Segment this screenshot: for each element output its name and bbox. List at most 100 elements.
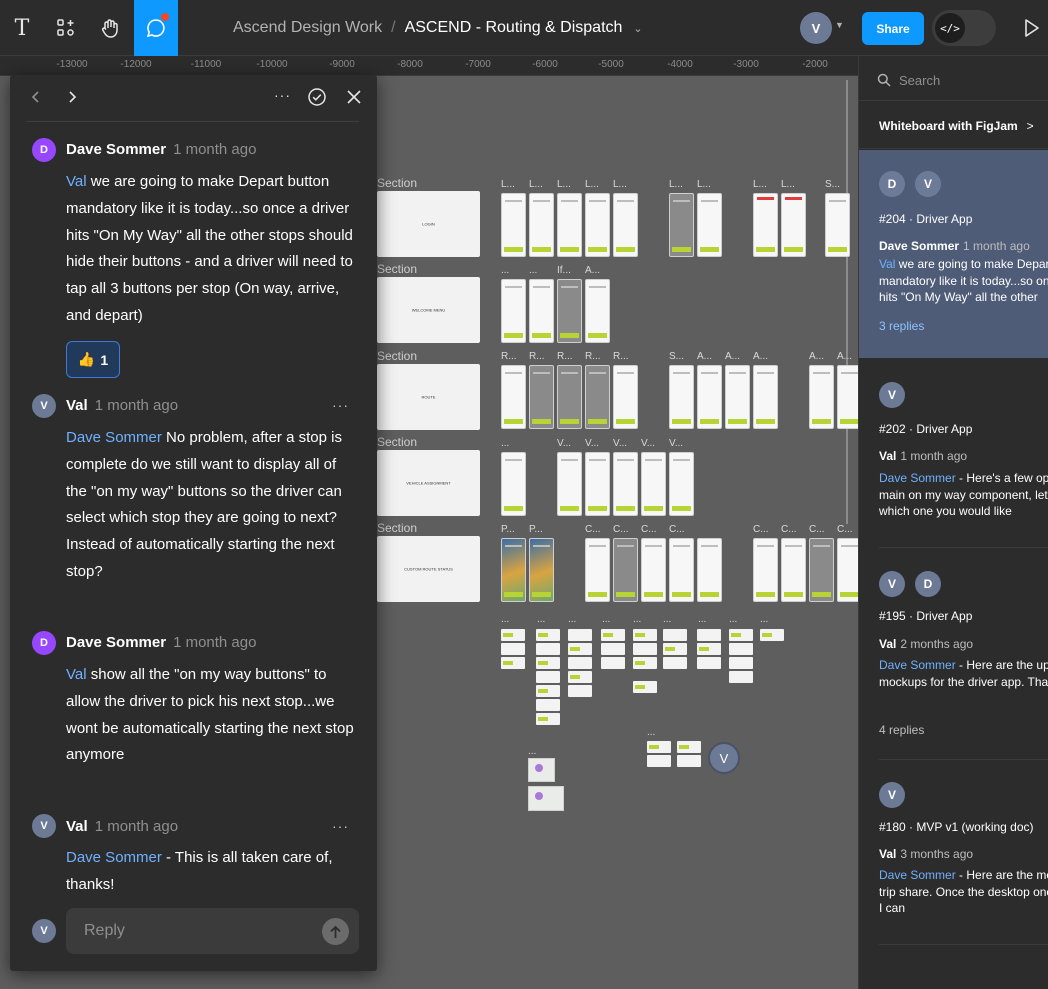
component-thumbnail[interactable]	[633, 681, 657, 693]
section-welcome-menu[interactable]: WELCOME MENU	[377, 277, 480, 343]
frame-thumbnail[interactable]	[669, 452, 694, 516]
component-thumbnail[interactable]	[536, 685, 560, 697]
section-custom-route-status[interactable]: CUSTOM ROUTE STATUS	[377, 536, 480, 602]
section-route[interactable]: ROUTE	[377, 364, 480, 430]
frame-thumbnail[interactable]	[501, 279, 526, 343]
component-thumbnail[interactable]	[729, 629, 753, 641]
frame-thumbnail[interactable]	[781, 193, 806, 257]
component-thumbnail[interactable]	[677, 741, 701, 753]
map-thumbnail[interactable]	[528, 758, 555, 782]
component-thumbnail[interactable]	[568, 643, 592, 655]
section-label[interactable]: Section	[377, 521, 417, 535]
component-thumbnail[interactable]	[568, 657, 592, 669]
thread-card-180[interactable]: V #180 · MVP v1 (working doc) Val 3 month…	[859, 760, 1048, 946]
dev-mode-toggle[interactable]: </>	[932, 10, 996, 46]
frame-thumbnail[interactable]	[529, 538, 554, 602]
section-label[interactable]: Section	[377, 262, 417, 276]
component-thumbnail[interactable]	[501, 643, 525, 655]
component-thumbnail[interactable]	[536, 699, 560, 711]
comment-more-icon[interactable]: ···	[332, 818, 349, 834]
comment-search[interactable]	[877, 71, 1039, 89]
component-thumbnail[interactable]	[647, 741, 671, 753]
component-thumbnail[interactable]	[536, 643, 560, 655]
comment-more-icon[interactable]: ···	[332, 397, 349, 413]
component-thumbnail[interactable]	[697, 629, 721, 641]
section-vehicle-assignment[interactable]: VEHICLE ASSIGNMENT	[377, 450, 480, 516]
frame-thumbnail[interactable]	[529, 193, 554, 257]
component-thumbnail[interactable]	[536, 629, 560, 641]
text-tool-button[interactable]: T	[0, 0, 44, 56]
next-thread-icon[interactable]	[66, 89, 78, 105]
frame-thumbnail[interactable]	[825, 193, 850, 257]
reaction-button[interactable]: 👍 1	[66, 341, 120, 378]
component-thumbnail[interactable]	[729, 657, 753, 669]
previous-thread-icon[interactable]	[30, 89, 42, 105]
frame-thumbnail[interactable]	[557, 279, 582, 343]
reply-box[interactable]	[66, 908, 359, 954]
thread-card-204[interactable]: D V #204 · Driver App Dave Sommer 1 month…	[859, 150, 1048, 358]
component-thumbnail[interactable]	[663, 629, 687, 641]
component-thumbnail[interactable]	[501, 629, 525, 641]
component-thumbnail[interactable]	[697, 643, 721, 655]
frame-thumbnail[interactable]	[613, 365, 638, 429]
frame-thumbnail[interactable]	[585, 452, 610, 516]
component-thumbnail[interactable]	[601, 657, 625, 669]
breadcrumb-team[interactable]: Ascend Design Work	[233, 19, 382, 37]
component-thumbnail[interactable]	[633, 657, 657, 669]
frame-thumbnail[interactable]	[837, 365, 858, 429]
thread-card-195[interactable]: V D #195 · Driver App Val 2 months ago Da…	[859, 548, 1048, 758]
mention-link[interactable]: Dave Sommer	[66, 429, 162, 446]
components-tool-button[interactable]	[44, 0, 88, 56]
frame-thumbnail[interactable]	[753, 538, 778, 602]
section-label[interactable]: Section	[377, 176, 417, 190]
map-thumbnail[interactable]	[528, 786, 564, 811]
frame-thumbnail[interactable]	[837, 538, 858, 602]
component-thumbnail[interactable]	[568, 671, 592, 683]
share-button[interactable]: Share	[862, 12, 924, 45]
frame-thumbnail[interactable]	[613, 452, 638, 516]
search-input[interactable]	[899, 72, 1039, 88]
present-play-icon[interactable]	[1022, 17, 1042, 39]
frame-thumbnail[interactable]	[529, 279, 554, 343]
reply-count[interactable]: 3 replies	[879, 319, 924, 333]
send-button[interactable]	[322, 918, 349, 945]
section-label[interactable]: Section	[377, 349, 417, 363]
file-name[interactable]: ASCEND - Routing & Dispatch	[405, 19, 623, 37]
frame-thumbnail[interactable]	[753, 365, 778, 429]
frame-thumbnail[interactable]	[501, 538, 526, 602]
component-thumbnail[interactable]	[601, 643, 625, 655]
frame-thumbnail[interactable]	[809, 365, 834, 429]
frame-thumbnail[interactable]	[557, 193, 582, 257]
frame-thumbnail[interactable]	[641, 452, 666, 516]
comment-tool-button[interactable]	[134, 0, 178, 56]
component-thumbnail[interactable]	[677, 755, 701, 767]
component-thumbnail[interactable]	[601, 629, 625, 641]
frame-thumbnail[interactable]	[809, 538, 834, 602]
frame-thumbnail[interactable]	[697, 193, 722, 257]
resolve-check-icon[interactable]	[307, 87, 327, 107]
component-thumbnail[interactable]	[697, 657, 721, 669]
frame-thumbnail[interactable]	[557, 452, 582, 516]
frame-thumbnail[interactable]	[501, 452, 526, 516]
frame-thumbnail[interactable]	[501, 365, 526, 429]
component-thumbnail[interactable]	[663, 643, 687, 655]
frame-thumbnail[interactable]	[585, 538, 610, 602]
component-thumbnail[interactable]	[633, 629, 657, 641]
chevron-down-icon[interactable]: ⌄	[633, 22, 642, 35]
mention-link[interactable]: Val	[66, 173, 87, 190]
frame-thumbnail[interactable]	[585, 279, 610, 343]
frame-thumbnail[interactable]	[557, 365, 582, 429]
component-thumbnail[interactable]	[760, 629, 784, 641]
frame-thumbnail[interactable]	[669, 193, 694, 257]
frame-thumbnail[interactable]	[725, 365, 750, 429]
reply-input[interactable]	[84, 921, 304, 941]
frame-thumbnail[interactable]	[669, 538, 694, 602]
mention-link[interactable]: Dave Sommer	[66, 849, 162, 866]
component-thumbnail[interactable]	[536, 671, 560, 683]
component-thumbnail[interactable]	[501, 657, 525, 669]
component-thumbnail[interactable]	[647, 755, 671, 767]
component-thumbnail[interactable]	[536, 657, 560, 669]
collaborator-cursor-avatar[interactable]: V	[708, 742, 740, 774]
frame-thumbnail[interactable]	[753, 193, 778, 257]
frame-thumbnail[interactable]	[585, 193, 610, 257]
